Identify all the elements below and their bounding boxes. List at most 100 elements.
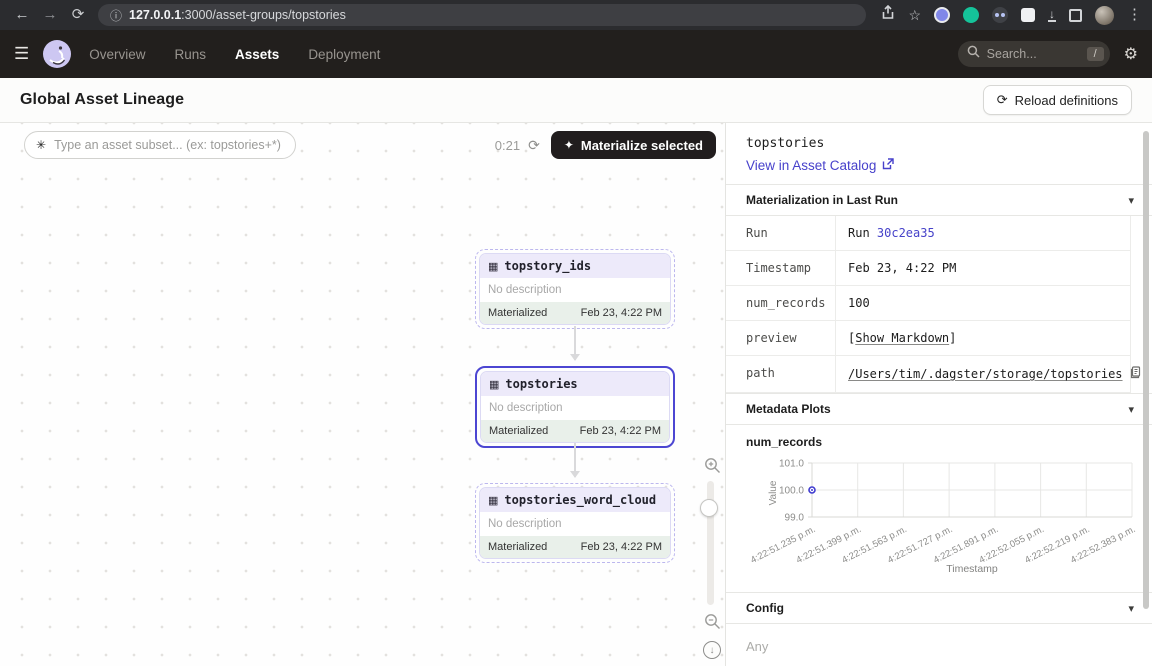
- asset-name: topstories_word_cloud: [504, 493, 656, 507]
- asset-status: Materialized: [489, 425, 548, 437]
- meta-value: [Show Markdown]: [836, 321, 1130, 355]
- page-title: Global Asset Lineage: [20, 91, 184, 109]
- show-markdown-link[interactable]: Show Markdown: [855, 331, 949, 345]
- asset-status-row: Materialized Feb 23, 4:22 PM: [480, 536, 670, 558]
- browser-actions: ☆ ↓ ⋮: [881, 0, 1142, 30]
- meta-key: Timestamp: [726, 251, 836, 285]
- share-icon[interactable]: [881, 5, 895, 25]
- nav-overview[interactable]: Overview: [89, 47, 145, 62]
- asset-node-topstory-ids[interactable]: ▦ topstory_ids No description Materializ…: [475, 249, 675, 329]
- hamburger-menu-icon[interactable]: ☰: [14, 44, 29, 64]
- meta-key: path: [726, 356, 836, 392]
- dagster-logo[interactable]: [42, 39, 72, 69]
- table-icon: ▦: [488, 260, 498, 273]
- browser-profile-avatar[interactable]: [1095, 6, 1114, 25]
- asset-subset-filter[interactable]: ✳: [24, 131, 296, 159]
- asset-description: No description: [481, 396, 669, 420]
- x-axis-label: Timestamp: [946, 563, 998, 575]
- grammarly-extension-icon[interactable]: [963, 7, 979, 23]
- nav-assets[interactable]: Assets: [235, 47, 279, 62]
- meta-key: Run: [726, 216, 836, 250]
- sidebar-scrollbar[interactable]: [1143, 131, 1149, 609]
- graph-toolbar: ✳ 0:21 ⟳ ✦ Materialize selected: [0, 131, 716, 159]
- puzzle-extension-icon[interactable]: [1021, 8, 1035, 22]
- table-row: Run Run 30c2ea35: [726, 216, 1130, 251]
- bookmark-star-icon[interactable]: ☆: [908, 0, 921, 30]
- nav-runs[interactable]: Runs: [175, 47, 207, 62]
- zoom-out-icon[interactable]: [704, 613, 721, 635]
- browser-toolbar: ← → ⟳ ⓘ 127.0.0.1:3000/asset-groups/tops…: [0, 0, 1152, 30]
- glasses-extension-icon[interactable]: [992, 7, 1008, 23]
- num-records-plot: 101.0 100.0 99.0 Value Timestamp 4:22:51…: [726, 449, 1152, 582]
- refresh-icon[interactable]: ⟳: [528, 137, 540, 154]
- global-search[interactable]: /: [958, 41, 1110, 67]
- y-tick: 99.0: [785, 513, 805, 524]
- sparkle-icon: ✦: [564, 138, 574, 152]
- asset-materialized-time: Feb 23, 4:22 PM: [581, 541, 662, 553]
- config-value: Any: [726, 624, 1152, 666]
- lineage-edge: [574, 326, 576, 360]
- asset-node-topstories-word-cloud[interactable]: ▦ topstories_word_cloud No description M…: [475, 483, 675, 563]
- asset-node-header: ▦ topstory_ids: [480, 254, 670, 278]
- search-input[interactable]: [987, 47, 1080, 61]
- nav-deployment[interactable]: Deployment: [308, 47, 380, 62]
- table-row: preview [Show Markdown]: [726, 321, 1130, 356]
- data-point[interactable]: [809, 487, 815, 493]
- zoom-to-fit-icon[interactable]: ↓: [703, 641, 721, 659]
- browser-menu-icon[interactable]: ⋮: [1127, 0, 1142, 30]
- address-bar[interactable]: ⓘ 127.0.0.1:3000/asset-groups/topstories: [98, 4, 866, 26]
- chevron-down-icon: ▾: [1128, 403, 1134, 416]
- run-id-link[interactable]: 30c2ea35: [877, 226, 935, 240]
- meta-key: num_records: [726, 286, 836, 320]
- reading-mode-icon[interactable]: [1069, 9, 1082, 22]
- asset-subset-input[interactable]: [54, 138, 284, 152]
- section-config[interactable]: Config ▾: [726, 592, 1152, 624]
- materialize-selected-button[interactable]: ✦ Materialize selected: [551, 131, 716, 159]
- asset-name: topstories: [505, 377, 577, 391]
- section-materialization-last-run[interactable]: Materialization in Last Run ▾: [726, 184, 1152, 216]
- asset-status: Materialized: [488, 541, 547, 553]
- downloads-icon[interactable]: ↓: [1048, 9, 1056, 22]
- refresh-timer: 0:21: [495, 138, 520, 153]
- zoom-in-icon[interactable]: [704, 457, 721, 479]
- asset-filter-icon: ✳: [36, 138, 46, 152]
- reload-definitions-button[interactable]: ⟳ Reload definitions: [983, 85, 1132, 115]
- forward-icon[interactable]: →: [38, 0, 62, 30]
- back-icon[interactable]: ←: [10, 0, 34, 30]
- meta-value: /Users/tim/.dagster/storage/topstories: [836, 356, 1152, 392]
- reload-definitions-icon: ⟳: [997, 92, 1008, 108]
- asset-lineage-graph[interactable]: ✳ 0:21 ⟳ ✦ Materialize selected ▦ topsto…: [0, 123, 725, 666]
- search-icon: [967, 45, 980, 63]
- asset-status: Materialized: [488, 307, 547, 319]
- plot-title: num_records: [726, 425, 1152, 449]
- page-header: Global Asset Lineage ⟳ Reload definition…: [0, 78, 1152, 123]
- asset-name: topstory_ids: [504, 259, 591, 273]
- site-info-icon[interactable]: ⓘ: [110, 7, 122, 24]
- asset-details-sidebar: topstories View in Asset Catalog Materia…: [725, 123, 1152, 666]
- table-icon: ▦: [489, 378, 499, 391]
- table-icon: ▦: [488, 494, 498, 507]
- asset-node-header: ▦ topstories: [481, 372, 669, 396]
- y-axis-label: Value: [768, 480, 779, 505]
- path-link[interactable]: /Users/tim/.dagster/storage/topstories: [848, 367, 1123, 381]
- y-tick: 100.0: [779, 486, 804, 497]
- chevron-down-icon: ▾: [1128, 194, 1134, 207]
- chevron-down-icon: ▾: [1128, 602, 1134, 615]
- extension-icon[interactable]: [934, 7, 950, 23]
- lineage-edge: [574, 443, 576, 477]
- zoom-slider-handle[interactable]: [700, 499, 718, 517]
- meta-value: 100: [836, 286, 1130, 320]
- url-text: 127.0.0.1:3000/asset-groups/topstories: [129, 8, 346, 22]
- asset-status-row: Materialized Feb 23, 4:22 PM: [481, 420, 669, 442]
- sidebar-asset-name: topstories: [746, 136, 1132, 151]
- asset-status-row: Materialized Feb 23, 4:22 PM: [480, 302, 670, 324]
- y-tick: 101.0: [779, 459, 804, 470]
- view-in-asset-catalog-link[interactable]: View in Asset Catalog: [746, 158, 1132, 173]
- asset-node-topstories[interactable]: ▦ topstories No description Materialized…: [475, 366, 675, 448]
- reload-icon[interactable]: ⟳: [66, 0, 90, 30]
- meta-value: Feb 23, 4:22 PM: [836, 251, 1130, 285]
- settings-gear-icon[interactable]: ⚙: [1124, 44, 1138, 64]
- metadata-table: Run Run 30c2ea35 Timestamp Feb 23, 4:22 …: [726, 216, 1131, 393]
- copy-to-clipboard-icon[interactable]: [1130, 366, 1142, 382]
- section-metadata-plots[interactable]: Metadata Plots ▾: [726, 393, 1152, 425]
